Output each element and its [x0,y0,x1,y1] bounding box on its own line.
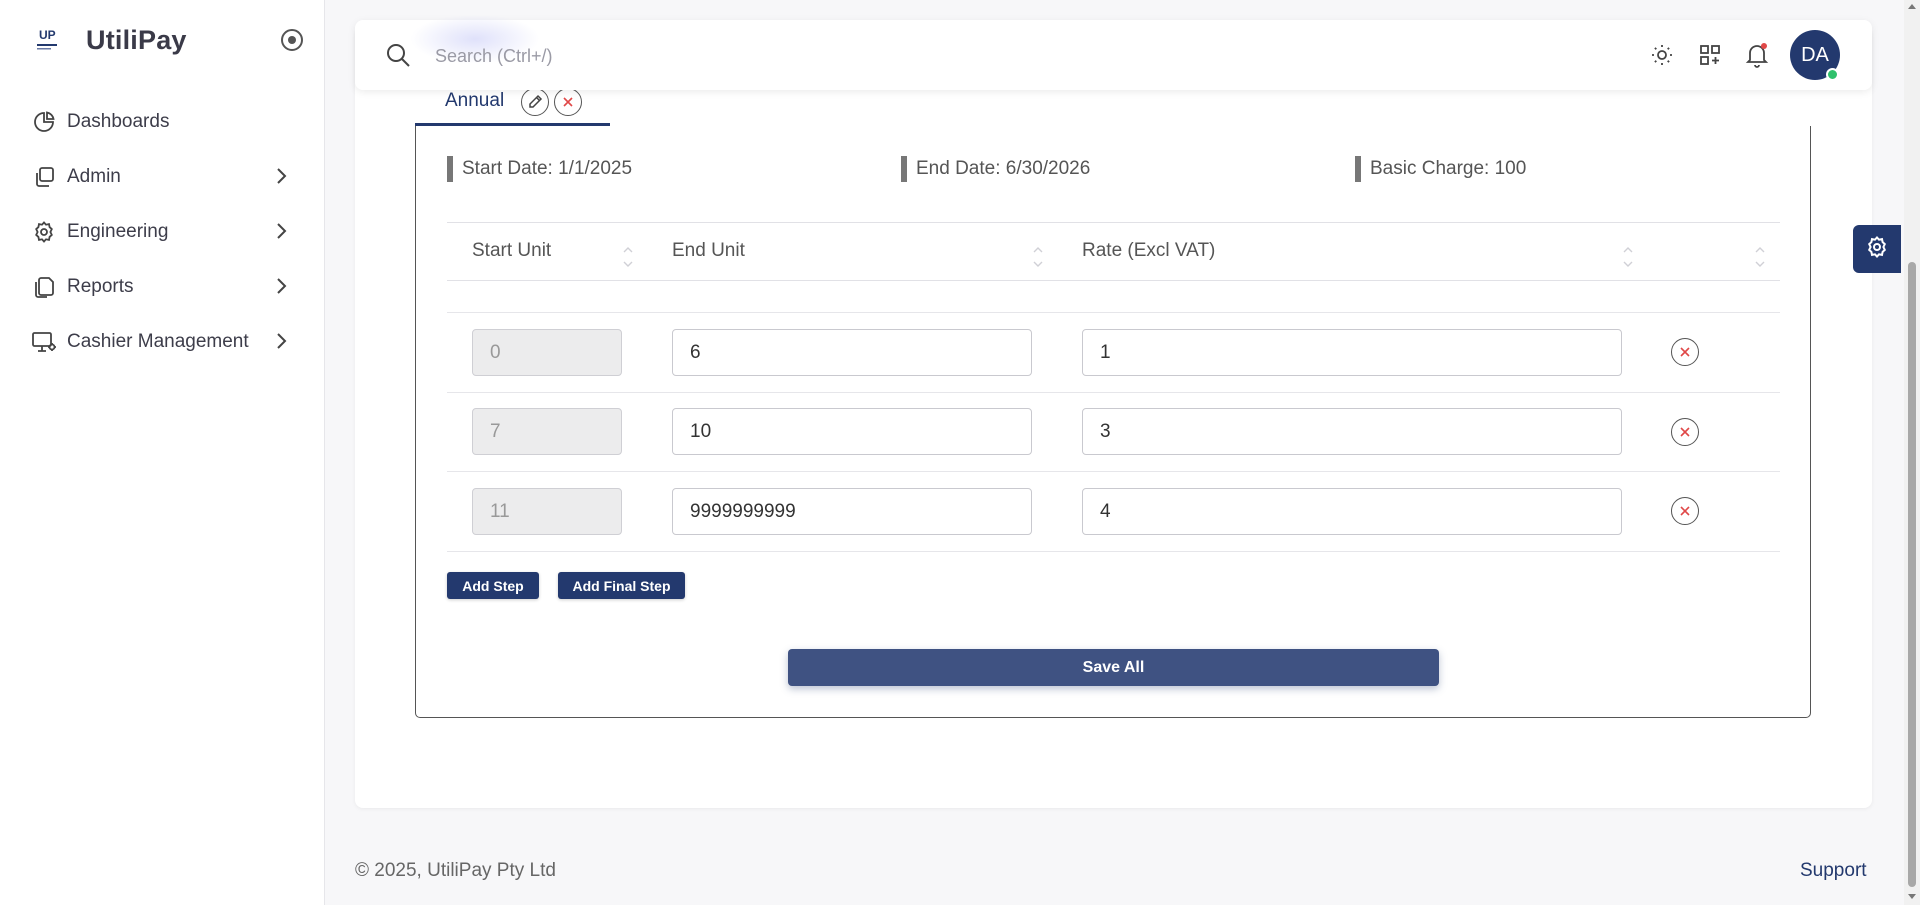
scrollbar[interactable] [1904,0,1920,905]
search-input[interactable] [435,40,835,72]
sidebar-item-engineering[interactable]: Engineering [0,204,325,259]
sun-icon[interactable] [1649,42,1675,68]
row-divider [447,312,1780,313]
brand[interactable]: UP UtiliPay [30,22,187,58]
column-header-start-unit[interactable]: Start Unit [472,240,551,262]
save-all-button[interactable]: Save All [788,649,1439,686]
sort-icon[interactable] [1623,244,1633,270]
row-divider [447,471,1780,472]
end-unit-input[interactable] [672,329,1032,376]
support-link[interactable]: Support [1800,860,1867,882]
rate-input[interactable] [1082,408,1622,455]
add-step-button[interactable]: Add Step [447,572,539,599]
copyright: © 2025, UtiliPay Pty Ltd [355,860,556,881]
info-bar [901,156,907,182]
chevron-right-icon [274,167,288,190]
sort-icon[interactable] [1755,244,1765,270]
table-header-border [447,280,1780,281]
sidebar-item-admin[interactable]: Admin [0,149,325,204]
close-icon[interactable] [554,88,582,116]
svg-text:UP: UP [39,28,56,42]
sidebar-toggle-icon[interactable] [281,29,303,51]
add-final-step-button[interactable]: Add Final Step [558,572,685,599]
chevron-right-icon [274,222,288,245]
sidebar-item-label: Cashier Management [67,330,249,352]
end-date-text: End Date: 6/30/2026 [916,158,1091,179]
end-unit-input[interactable] [672,488,1032,535]
sidebar-item-label: Reports [67,275,134,297]
sort-icon[interactable] [1033,244,1043,270]
online-status-dot [1826,68,1839,81]
scroll-down-arrow-icon[interactable] [1908,894,1916,899]
end-unit-input[interactable] [672,408,1032,455]
pie-chart-icon [31,109,57,135]
info-bar [447,156,453,182]
sidebar: UP UtiliPay Dashboards Admin Engineering… [0,0,325,905]
utilipay-logo: UP [30,22,66,58]
settings-fab[interactable] [1853,225,1901,273]
files-icon [31,274,57,300]
basic-charge: Basic Charge: 100 [1355,156,1526,182]
gear-icon [31,219,57,245]
sidebar-item-cashier-management[interactable]: Cashier Management [0,314,325,369]
app-name: UtiliPay [86,24,187,55]
bell-icon[interactable] [1744,42,1770,68]
tab-annual[interactable]: Annual [415,84,610,126]
search-icon[interactable] [385,42,411,73]
column-header-rate[interactable]: Rate (Excl VAT) [1082,240,1215,262]
start-unit-input [472,408,622,455]
sidebar-nav: Dashboards Admin Engineering Reports Cas… [0,94,325,369]
sidebar-item-label: Engineering [67,220,169,242]
start-date: Start Date: 1/1/2025 [447,156,632,182]
info-bar [1355,156,1361,182]
tab-label: Annual [445,90,505,111]
scroll-thumb[interactable] [1908,262,1916,887]
table-header-border [447,222,1780,223]
top-header: DA [355,14,1872,90]
rate-input[interactable] [1082,329,1622,376]
chevron-right-icon [274,277,288,300]
edit-pencil-icon[interactable] [521,88,549,116]
close-icon[interactable] [1671,418,1699,446]
avatar-initials: DA [1801,43,1829,66]
copy-icon [31,164,57,190]
monitor-gear-icon [31,329,57,355]
sidebar-item-label: Dashboards [67,110,170,132]
scroll-up-arrow-icon[interactable] [1908,4,1916,9]
sort-icon[interactable] [623,244,633,270]
close-icon[interactable] [1671,338,1699,366]
gear-icon [1865,235,1889,264]
close-icon[interactable] [1671,497,1699,525]
row-divider [447,392,1780,393]
start-date-text: Start Date: 1/1/2025 [462,158,633,179]
rate-input[interactable] [1082,488,1622,535]
chevron-right-icon [274,332,288,355]
start-unit-input [472,488,622,535]
sidebar-item-reports[interactable]: Reports [0,259,325,314]
end-date: End Date: 6/30/2026 [901,156,1090,182]
basic-charge-text: Basic Charge: 100 [1370,158,1527,179]
row-divider [447,551,1780,552]
sidebar-item-dashboards[interactable]: Dashboards [0,94,325,149]
apps-add-icon[interactable] [1697,42,1723,68]
sidebar-item-label: Admin [67,165,121,187]
column-header-end-unit[interactable]: End Unit [672,240,745,262]
start-unit-input [472,329,622,376]
